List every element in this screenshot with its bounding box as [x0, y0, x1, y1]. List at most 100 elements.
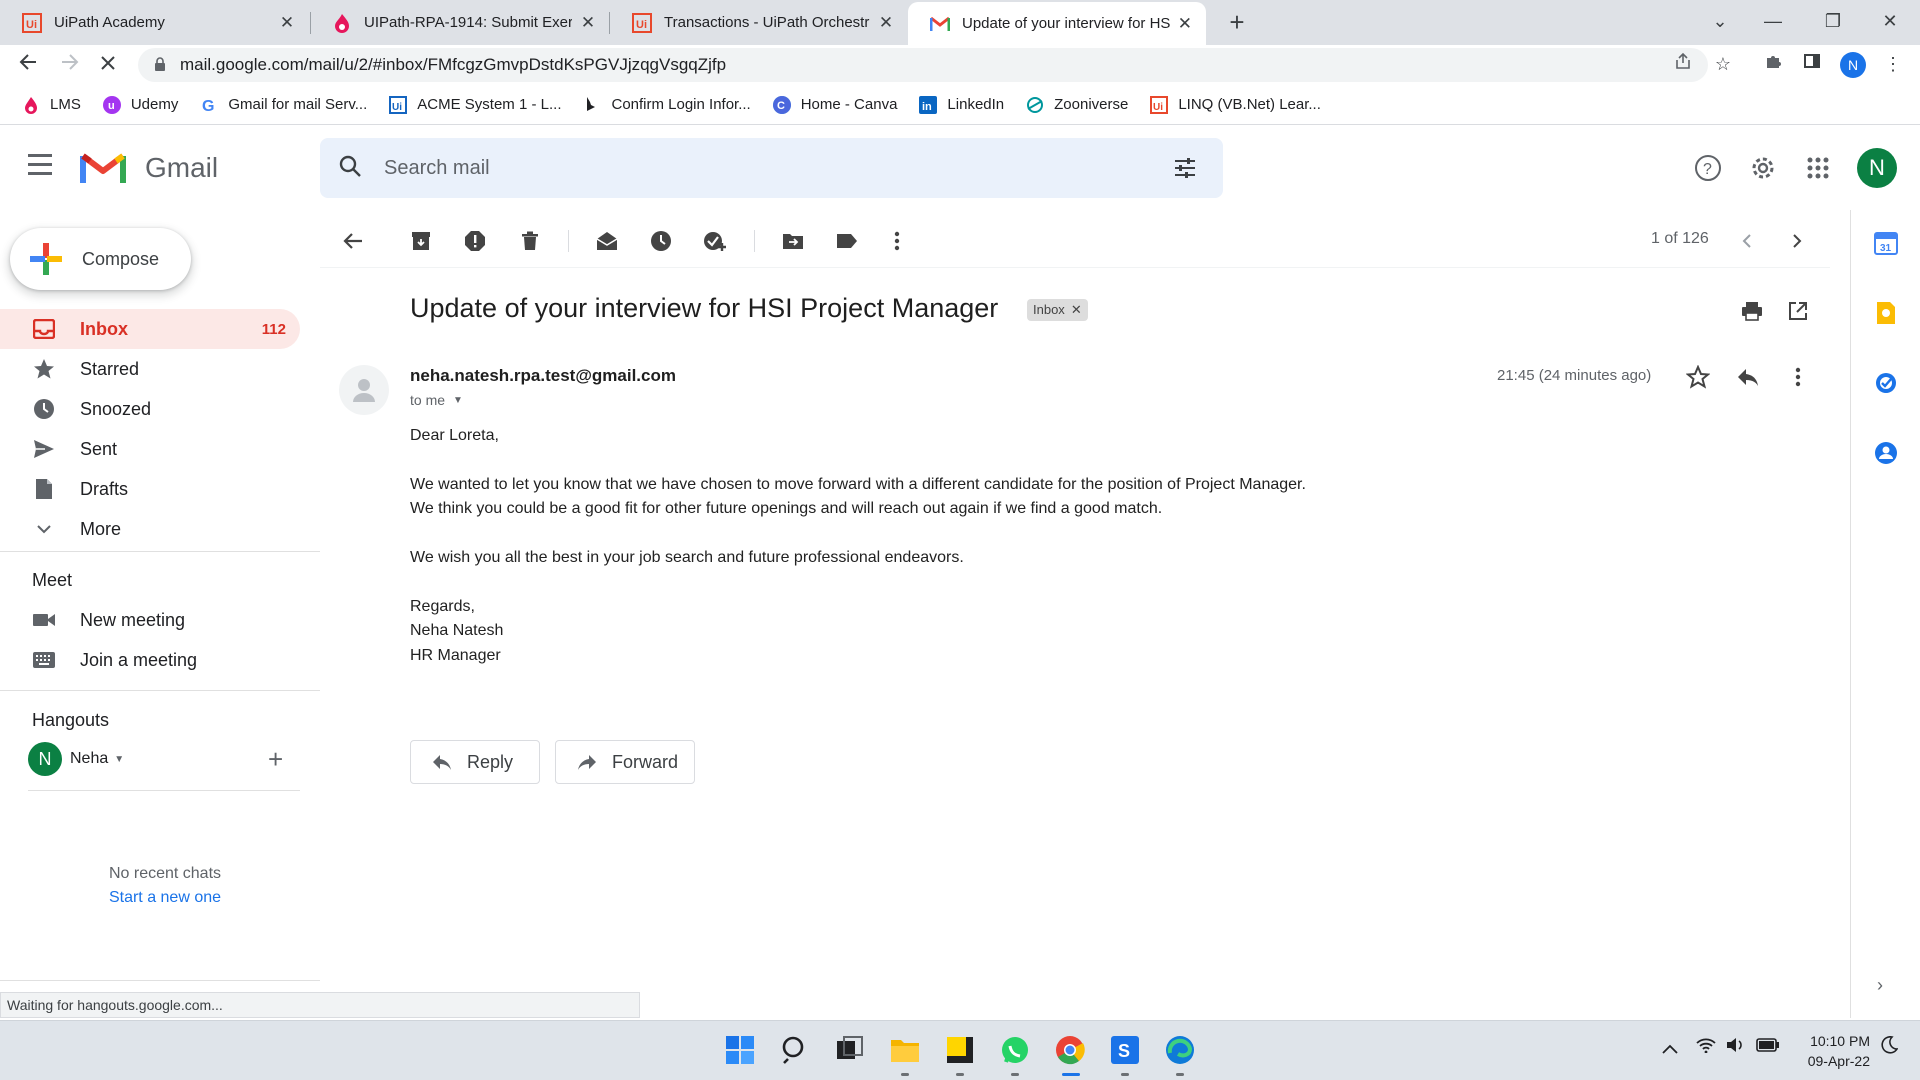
browser-profile-avatar[interactable]: N	[1840, 52, 1866, 78]
print-button[interactable]	[1737, 296, 1767, 326]
close-icon[interactable]: ✕	[878, 13, 894, 33]
bookmark-gmail-mail-server[interactable]: G Gmail for mail Serv...	[200, 96, 367, 114]
side-panel-icon[interactable]	[1797, 49, 1827, 79]
bookmark-canva[interactable]: C Home - Canva	[772, 95, 897, 114]
address-bar[interactable]: mail.google.com/mail/u/2/#inbox/FMfcgzGm…	[138, 48, 1708, 82]
keep-notes-icon[interactable]	[1873, 300, 1899, 326]
open-in-new-window-button[interactable]	[1783, 296, 1813, 326]
share-icon[interactable]	[1668, 49, 1698, 79]
tray-chevron-up-icon[interactable]	[1662, 1041, 1678, 1059]
bookmark-linq[interactable]: Ui LINQ (VB.Net) Lear...	[1150, 95, 1321, 114]
extensions-puzzle-icon[interactable]	[1758, 49, 1788, 79]
close-icon[interactable]: ✕	[278, 13, 296, 33]
minimize-button[interactable]: —	[1753, 6, 1793, 36]
browser-tab-submit-exercise[interactable]: UIPath-RPA-1914: Submit Exercise ✕	[310, 0, 610, 45]
sticky-notes-icon[interactable]	[943, 1033, 977, 1067]
main-menu-button[interactable]	[28, 154, 62, 182]
meet-new-meeting[interactable]: New meeting	[0, 600, 300, 640]
forward-button[interactable]: Forward	[555, 740, 695, 784]
settings-gear-icon[interactable]	[1745, 150, 1781, 186]
star-message-button[interactable]	[1683, 362, 1713, 392]
delete-button[interactable]	[515, 226, 545, 256]
new-tab-button[interactable]: +	[1222, 8, 1252, 38]
nav-item-starred[interactable]: Starred	[0, 349, 300, 389]
back-to-inbox-button[interactable]	[338, 226, 368, 256]
more-options-button[interactable]	[882, 226, 912, 256]
wifi-icon[interactable]	[1696, 1037, 1716, 1058]
browser-tab-orchestrator[interactable]: Ui Transactions - UiPath Orchestrator ✕	[610, 0, 908, 45]
snooze-button[interactable]	[646, 226, 676, 256]
bookmark-star-icon[interactable]: ☆	[1708, 49, 1738, 79]
nav-item-drafts[interactable]: Drafts	[0, 469, 300, 509]
help-icon[interactable]: ?	[1690, 150, 1726, 186]
gmail-header: Gmail ? N	[0, 126, 1920, 210]
search-icon[interactable]	[338, 154, 378, 183]
hangouts-user[interactable]: N Neha ▼	[28, 742, 124, 776]
system-clock[interactable]: 10:10 PM 09-Apr-22	[1790, 1031, 1870, 1071]
new-conversation-plus-icon[interactable]: +	[268, 746, 283, 772]
whatsapp-icon[interactable]	[998, 1033, 1032, 1067]
compose-button[interactable]: Compose	[10, 228, 191, 290]
edge-icon[interactable]	[1163, 1033, 1197, 1067]
nav-item-inbox[interactable]: Inbox 112	[0, 309, 300, 349]
close-icon[interactable]: ✕	[580, 13, 596, 33]
mark-unread-button[interactable]	[592, 226, 622, 256]
browser-menu-icon[interactable]: ⋮	[1878, 49, 1908, 79]
battery-icon[interactable]	[1756, 1038, 1780, 1057]
gmail-wordmark[interactable]: Gmail	[145, 152, 218, 184]
volume-icon[interactable]	[1726, 1037, 1746, 1058]
start-new-chat-link[interactable]: Start a new one	[0, 889, 330, 907]
nav-item-snoozed[interactable]: Snoozed	[0, 389, 300, 429]
notifications-moon-icon[interactable]	[1880, 1036, 1899, 1059]
newer-message-button[interactable]	[1732, 226, 1762, 256]
tab-search-chevron-icon[interactable]: ⌄	[1700, 6, 1740, 36]
recipient-details[interactable]: to me ▼	[410, 392, 463, 408]
reply-icon-button[interactable]	[1733, 362, 1763, 392]
bookmark-zooniverse[interactable]: Zooniverse	[1026, 96, 1128, 114]
bookmark-acme-system[interactable]: Ui ACME System 1 - L...	[389, 95, 561, 114]
account-avatar[interactable]: N	[1857, 148, 1897, 188]
back-button[interactable]	[12, 49, 44, 81]
older-message-button[interactable]	[1782, 226, 1812, 256]
bookmark-lms[interactable]: LMS	[22, 96, 81, 114]
meet-section-title: Meet	[32, 570, 73, 590]
restore-button[interactable]: ❐	[1813, 6, 1853, 36]
windows-start-icon[interactable]	[723, 1033, 757, 1067]
forward-button[interactable]	[54, 49, 86, 81]
sender-avatar	[339, 365, 389, 415]
chrome-icon[interactable]	[1053, 1033, 1087, 1067]
close-icon[interactable]: ✕	[1178, 14, 1192, 34]
task-view-icon[interactable]	[833, 1033, 867, 1067]
bookmark-linkedin[interactable]: in LinkedIn	[919, 95, 1004, 114]
nav-item-sent[interactable]: Sent	[0, 429, 300, 469]
file-explorer-icon[interactable]	[888, 1033, 922, 1067]
search-input[interactable]	[384, 156, 1144, 180]
sender-email[interactable]: neha.natesh.rpa.test@gmail.com	[410, 366, 676, 386]
google-apps-grid-icon[interactable]	[1800, 150, 1836, 186]
tasks-icon[interactable]	[1873, 370, 1899, 396]
add-to-tasks-button[interactable]	[700, 226, 730, 256]
bookmark-udemy[interactable]: u Udemy	[102, 95, 178, 114]
search-icon[interactable]	[778, 1033, 812, 1067]
close-window-button[interactable]: ✕	[1870, 6, 1910, 36]
remove-label-icon[interactable]: ✕	[1071, 299, 1082, 321]
calendar-icon[interactable]: 31	[1873, 230, 1899, 256]
signature-title: HR Manager	[410, 647, 501, 664]
message-more-button[interactable]	[1783, 362, 1813, 392]
labels-button[interactable]	[832, 226, 862, 256]
uipath-studio-icon[interactable]: S	[1108, 1033, 1142, 1067]
move-to-button[interactable]	[778, 226, 808, 256]
report-spam-button[interactable]	[460, 226, 490, 256]
bookmark-confirm-login[interactable]: Confirm Login Infor...	[583, 96, 751, 114]
gmail-logo-icon[interactable]	[80, 150, 126, 186]
stop-loading-button[interactable]	[92, 49, 124, 81]
browser-tab-gmail-active[interactable]: Update of your interview for HSI Project…	[908, 2, 1206, 45]
reply-button[interactable]: Reply	[410, 740, 540, 784]
search-options-icon[interactable]	[1173, 156, 1197, 185]
meet-join-meeting[interactable]: Join a meeting	[0, 640, 300, 680]
archive-button[interactable]	[406, 226, 436, 256]
nav-item-more[interactable]: More	[0, 509, 300, 549]
show-side-panel-chevron-icon[interactable]: ›	[1877, 975, 1883, 996]
contacts-icon[interactable]	[1873, 440, 1899, 466]
browser-tab-uipath-academy[interactable]: Ui UiPath Academy ✕	[0, 0, 310, 45]
